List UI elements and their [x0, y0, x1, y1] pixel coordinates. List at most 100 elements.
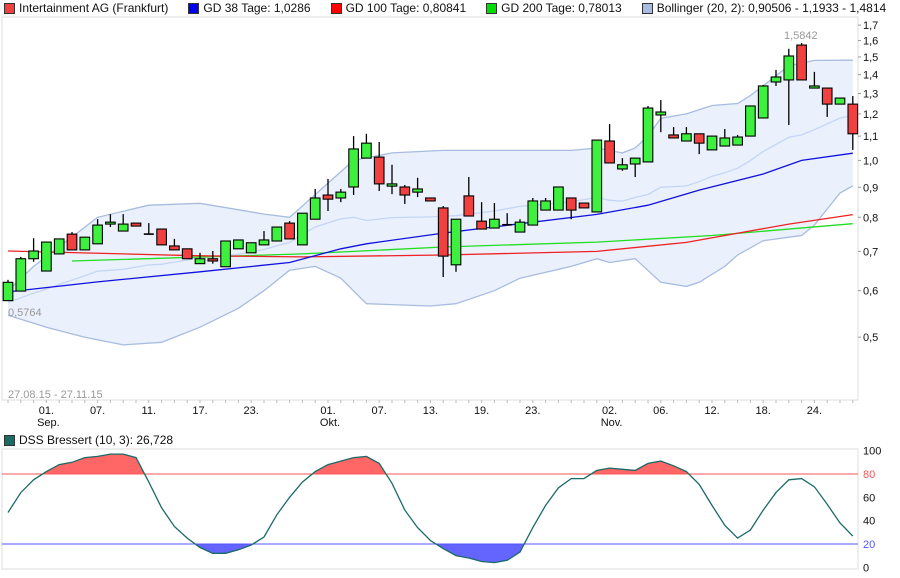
candle-up	[706, 135, 718, 151]
candle-up	[642, 107, 654, 163]
candle-down	[565, 197, 577, 211]
candle-up	[335, 191, 347, 199]
candle-up	[617, 164, 628, 170]
candle-up	[629, 157, 641, 165]
y-tick-label: 0,9	[863, 182, 878, 194]
y-tick-label: 0,5	[863, 332, 878, 344]
candle-down	[578, 202, 590, 209]
x-month-label: Okt.	[320, 417, 340, 429]
x-tick-label: 11.	[142, 405, 156, 417]
candle-down	[373, 156, 385, 185]
dss-y-tick-label: 80	[863, 469, 875, 481]
candle-up	[489, 218, 500, 229]
candle-up	[194, 258, 206, 265]
x-tick-label: 02.	[602, 405, 617, 417]
dss-y-tick-label: 20	[863, 539, 875, 551]
candle-down	[156, 228, 167, 246]
candle-up	[28, 250, 39, 260]
x-month-label: Nov.	[601, 417, 623, 429]
candle-up	[79, 236, 91, 251]
candle-down	[284, 222, 295, 240]
candle-doji	[143, 233, 154, 235]
candle-up	[527, 200, 539, 226]
price-chart: 1,7 1,6 1,5 1,4 1,3 1,2 1,1 1,0 0,9 0,8 0,7 0,6 0,5 0…	[1, 16, 881, 574]
candle-down	[463, 195, 475, 217]
candle-up	[732, 136, 743, 146]
candle-down	[169, 245, 180, 251]
candle-down	[796, 44, 807, 81]
candle-up	[386, 183, 398, 187]
date-range-label: 27.08.15 - 27.11.15	[8, 389, 103, 401]
candle-up	[2, 281, 14, 302]
candle-up	[41, 241, 52, 272]
dss-y-tick-label: 40	[863, 516, 875, 528]
candle-up	[309, 197, 321, 220]
candle-down	[425, 197, 436, 202]
y-tick-label: 0,6	[863, 286, 878, 298]
x-tick-label: 13.	[423, 405, 438, 417]
x-tick-label: 06.	[653, 405, 668, 417]
candle-up	[783, 55, 795, 81]
candle-up	[655, 111, 667, 116]
candle-up	[745, 105, 756, 137]
y-tick-label: 1,4	[863, 70, 878, 82]
x-tick-label: 12.	[704, 405, 719, 417]
candle-down	[668, 134, 679, 139]
candle-up	[770, 76, 782, 83]
candle-up	[834, 97, 846, 105]
candle-up	[540, 200, 551, 211]
candle-up	[809, 85, 820, 89]
candle-up	[591, 139, 603, 213]
candle-down	[821, 87, 833, 105]
candle-down	[66, 233, 78, 251]
candle-down	[476, 220, 487, 230]
dss-y-tick-label: 100	[863, 446, 881, 458]
x-tick-label: 18.	[756, 405, 771, 417]
candle-up	[271, 226, 283, 242]
candle-up	[53, 238, 65, 255]
candle-up	[514, 221, 526, 233]
candle-up	[117, 223, 129, 232]
candle-up	[412, 188, 423, 193]
x-tick-label: 19.	[474, 405, 489, 417]
candle-up	[681, 133, 692, 142]
candle-up	[245, 242, 257, 254]
candle-up	[553, 186, 564, 211]
high-price-label: 1,5842	[784, 30, 818, 42]
x-tick-label: 24.	[807, 405, 822, 417]
dss-y-tick-label: 60	[863, 492, 875, 504]
x-tick-label: 01.	[320, 405, 335, 417]
candle-up	[297, 212, 308, 246]
x-tick-label: 07.	[372, 405, 387, 417]
candle-up	[757, 85, 769, 119]
y-tick-label: 1,1	[863, 131, 878, 143]
low-price-label: 0,5764	[8, 307, 42, 319]
candle-up	[92, 224, 103, 245]
y-tick-label: 1,5	[863, 52, 878, 64]
x-tick-label: 07.	[90, 405, 105, 417]
y-tick-label: 0,8	[863, 212, 878, 224]
x-month-label: Sep.	[37, 417, 60, 429]
y-tick-label: 1,2	[863, 109, 878, 121]
y-tick-label: 1,3	[863, 88, 878, 100]
x-tick-label: 23.	[244, 405, 259, 417]
candle-up	[233, 239, 244, 250]
candle-down	[693, 133, 705, 144]
candle-down	[437, 207, 449, 257]
candle-down	[130, 222, 142, 227]
candle-up	[719, 137, 731, 147]
candle-down	[399, 186, 411, 196]
y-tick-label: 1,7	[863, 20, 878, 32]
candle-down	[322, 194, 334, 200]
dss-y-tick-label: 0	[863, 562, 869, 574]
candle-down	[847, 103, 859, 135]
candle-up	[220, 240, 231, 268]
y-tick-label: 1,6	[863, 36, 878, 48]
y-tick-label: 0,7	[863, 246, 878, 258]
candle-up	[15, 258, 27, 292]
candle-up	[361, 142, 372, 159]
candle-down	[207, 258, 219, 262]
candle-up	[105, 221, 116, 225]
candle-up	[450, 218, 462, 266]
x-tick-label: 23.	[525, 405, 540, 417]
